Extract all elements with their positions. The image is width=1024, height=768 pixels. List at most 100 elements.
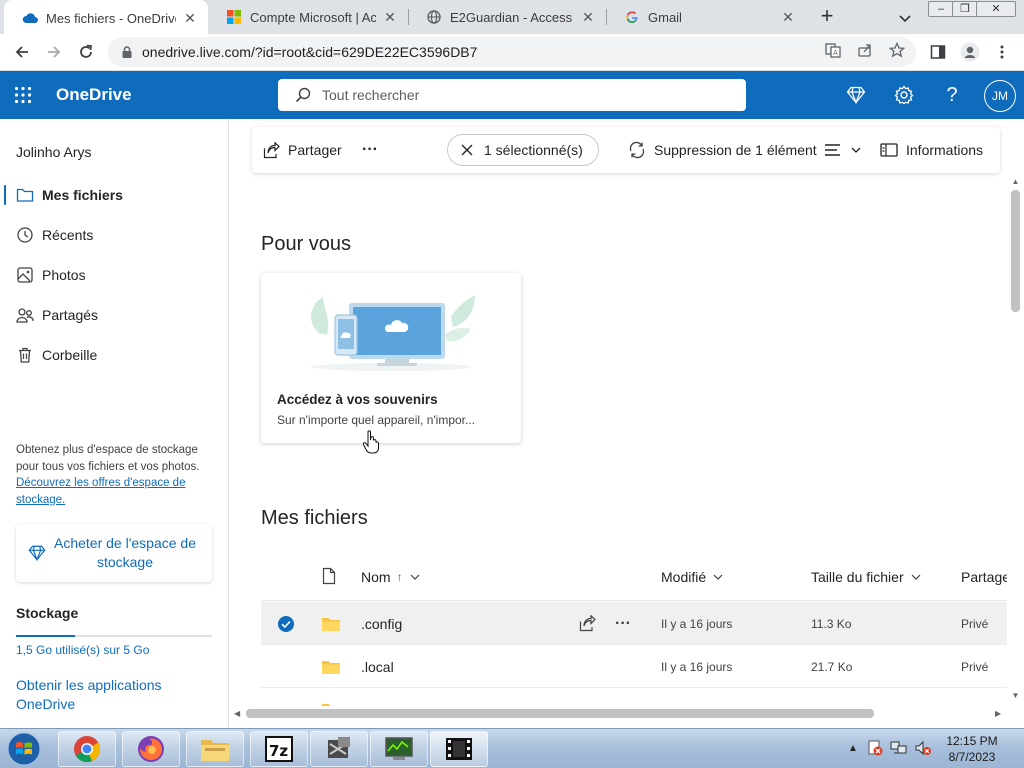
tab-onedrive[interactable]: Mes fichiers - OneDrive ✕ [4,0,208,36]
profile-icon[interactable] [958,40,982,64]
close-icon[interactable]: ✕ [182,10,198,27]
close-icon[interactable]: ✕ [580,9,596,26]
storage-usage-text[interactable]: 1,5 Go utilisé(s) sur 5 Go [16,643,149,657]
view-options-button[interactable] [824,127,862,173]
address-bar[interactable]: onedrive.live.com/?id=root&cid=629DE22EC… [108,37,916,67]
delete-progress-status[interactable]: Suppression de 1 élément [628,127,817,173]
search-input[interactable] [322,87,722,103]
back-button[interactable] [10,40,34,64]
buy-storage-button[interactable]: Acheter de l'espace de stockage [16,524,212,582]
sidebar-item-recycle-bin[interactable]: Corbeille [0,335,228,375]
row-share-button[interactable] [579,602,596,645]
scrollbar-thumb[interactable] [1011,190,1020,312]
star-icon[interactable] [888,41,906,59]
browser-menu-icon[interactable] [990,40,1014,64]
new-tab-button[interactable]: + [816,5,838,27]
sidebar-item-my-files[interactable]: Mes fichiers [0,175,228,215]
close-icon[interactable]: ✕ [780,9,796,26]
volume-muted-icon[interactable] [914,739,932,757]
column-name-label: Nom [361,569,391,585]
app-brand[interactable]: OneDrive [56,85,132,105]
close-window-button[interactable]: ✕ [976,1,1016,17]
reload-button[interactable] [74,40,98,64]
taskbar-app-cmd-tool[interactable] [310,731,368,767]
7zip-icon: 7z [265,736,293,762]
premium-diamond-icon[interactable] [844,83,868,107]
taskbar-app-media[interactable] [430,731,488,767]
column-header-sharing[interactable]: Partage [961,569,1007,585]
more-actions-button[interactable]: ··· [362,127,378,173]
share-icon [262,141,280,159]
column-header-size[interactable]: Taille du fichier [811,569,922,585]
scroll-up-arrow[interactable]: ▲ [1011,178,1020,186]
sidebar-item-recent[interactable]: Récents [0,215,228,255]
start-button[interactable] [4,730,44,768]
scroll-down-arrow[interactable]: ▼ [1011,692,1020,700]
clock-time: 12:15 PM [946,734,998,748]
show-hidden-icons-icon[interactable]: ▲ [844,739,862,757]
memories-card[interactable]: Accédez à vos souvenirs Sur n'importe qu… [261,273,521,443]
file-name[interactable]: .config [361,602,402,645]
share-button[interactable]: Partager [262,127,342,173]
trash-icon [16,346,34,364]
tab-gmail[interactable]: Gmail ✕ [606,0,806,34]
sidebar-item-photos[interactable]: Photos [0,255,228,295]
chevron-down-icon[interactable] [896,9,914,27]
share-icon [579,615,596,632]
file-name[interactable]: .local [361,645,394,688]
storage-offers-link[interactable]: Découvrez les offres d'espace de stockag… [16,477,185,506]
file-type-column[interactable] [321,567,337,585]
app-launcher-icon[interactable] [14,86,32,104]
column-header-modified[interactable]: Modifié [661,569,724,585]
taskbar-app-explorer[interactable] [186,731,244,767]
taskbar-app-task-manager[interactable] [370,731,428,767]
horizontal-scrollbar[interactable]: ◀ ▶ [230,706,1007,721]
share-page-icon[interactable] [856,41,874,59]
scrollbar-thumb[interactable] [246,709,874,718]
table-row-partial[interactable] [261,688,1007,708]
minimize-button[interactable]: – [928,1,954,17]
details-pane-button[interactable]: Informations [880,127,983,173]
storage-usage-bar [16,635,212,637]
table-row[interactable]: .config ··· Il y a 16 jours 11.3 Ko Priv… [261,602,1007,645]
translate-icon[interactable]: A [824,41,842,59]
chevron-down-icon [851,147,861,153]
chrome-icon [74,736,101,763]
action-center-alert-icon[interactable] [866,739,884,757]
scroll-left-arrow[interactable]: ◀ [234,709,240,718]
tab-title: Mes fichiers - OneDrive [46,10,176,26]
scroll-right-arrow[interactable]: ▶ [995,709,1001,718]
close-icon[interactable]: ✕ [382,9,398,26]
table-row[interactable]: .local Il y a 16 jours 21.7 Ko Privé [261,645,1007,688]
settings-gear-icon[interactable] [892,83,916,107]
google-g-icon [624,9,640,25]
taskbar-app-chrome[interactable] [58,731,116,767]
storage-title: Stockage [16,605,79,621]
row-more-actions-button[interactable]: ··· [615,602,631,645]
for-you-heading: Pour vous [261,233,352,255]
vertical-scrollbar[interactable]: ▲ ▼ [1007,178,1024,708]
avatar[interactable]: JM [984,80,1016,112]
search-icon [295,87,311,103]
promo-text: Obtenez plus d'espace de stockage pour t… [16,444,200,473]
get-apps-link[interactable]: Obtenir les applications OneDrive [16,676,216,714]
network-icon[interactable] [890,739,908,757]
forward-button[interactable] [42,40,66,64]
taskbar-app-7zip[interactable]: 7z [250,731,308,767]
row-checkbox[interactable] [277,602,295,645]
chevron-down-icon [713,574,723,580]
help-icon[interactable]: ? [940,83,964,107]
taskbar-app-firefox[interactable] [122,731,180,767]
selection-pill[interactable]: 1 sélectionné(s) [447,134,599,166]
user-name: Jolinho Arys [16,144,92,160]
tab-e2guardian[interactable]: E2Guardian - Access Den ✕ [408,0,606,34]
sidebar-item-shared[interactable]: Partagés [0,295,228,335]
column-header-name[interactable]: Nom ↑ [361,569,421,585]
restore-button[interactable]: ❐ [952,1,978,17]
tab-microsoft-account[interactable]: Compte Microsoft | Accu ✕ [208,0,408,34]
chevron-down-icon [410,574,419,580]
search-box[interactable] [278,79,746,111]
buy-storage-label: Acheter de l'espace de stockage [54,535,196,570]
taskbar-clock[interactable]: 12:15 PM 8/7/2023 [940,733,1004,765]
side-panel-icon[interactable] [926,40,950,64]
